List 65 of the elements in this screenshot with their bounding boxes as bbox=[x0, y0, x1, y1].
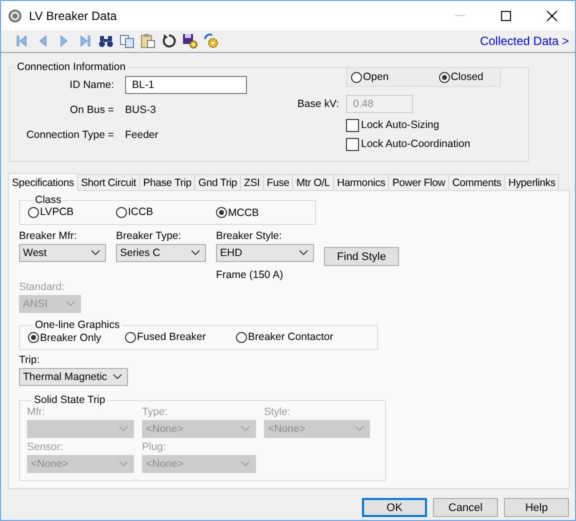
radio-button[interactable]: Fused Breaker bbox=[125, 331, 206, 343]
dropdown[interactable]: Series C bbox=[116, 244, 206, 262]
maximize-icon[interactable] bbox=[501, 10, 511, 20]
field-label: Base kV: bbox=[296, 98, 339, 110]
group-title: Class bbox=[34, 194, 62, 206]
radio-button[interactable]: ICCB bbox=[116, 206, 154, 218]
chevron-icon bbox=[241, 426, 250, 432]
group-title: One-line Graphics bbox=[34, 319, 121, 331]
group-title: Connection Information bbox=[16, 61, 127, 73]
app-icon bbox=[8, 8, 22, 22]
dialog-button[interactable]: Help bbox=[504, 498, 569, 517]
field-label: Style: bbox=[264, 406, 292, 418]
dialog-button[interactable]: Cancel bbox=[433, 498, 498, 517]
collected-data-link[interactable]: Collected Data > bbox=[480, 34, 569, 48]
id-name-field[interactable]: BL-1 bbox=[125, 76, 247, 94]
field-label: Standard: bbox=[19, 281, 66, 293]
bus-value: BUS-3 bbox=[125, 104, 157, 116]
field-label: Mfr: bbox=[27, 406, 46, 418]
chevron-icon bbox=[119, 461, 128, 467]
refresh-icon[interactable] bbox=[161, 33, 177, 49]
field-label: ID Name: bbox=[68, 79, 114, 91]
tab[interactable]: Hyperlinks bbox=[504, 174, 560, 190]
connection-type-value: Feeder bbox=[125, 129, 160, 141]
radio-button[interactable]: MCCB bbox=[216, 206, 259, 218]
clipboard-icon[interactable] bbox=[140, 33, 156, 49]
field-label: Connection Type = bbox=[25, 129, 114, 141]
radio-button[interactable]: Open bbox=[351, 71, 389, 83]
tab[interactable]: Phase Trip bbox=[139, 174, 196, 190]
binoculars-icon[interactable] bbox=[98, 33, 114, 49]
field-label: Trip: bbox=[19, 354, 41, 366]
frame-note: Frame (150 A) bbox=[216, 269, 284, 281]
gear-icon[interactable] bbox=[203, 33, 219, 49]
close-icon[interactable] bbox=[547, 10, 557, 20]
dropdown[interactable]: West bbox=[19, 244, 106, 262]
find-style-button[interactable]: Find Style bbox=[324, 247, 399, 266]
chevron-icon bbox=[91, 250, 100, 256]
field-label: Plug: bbox=[142, 441, 167, 453]
chevron-icon bbox=[241, 461, 250, 467]
chevron-icon bbox=[191, 250, 200, 256]
chevron-icon bbox=[119, 426, 128, 432]
copy-icon[interactable] bbox=[119, 33, 135, 49]
field-label: Type: bbox=[142, 406, 169, 418]
radio-button[interactable]: Closed bbox=[438, 71, 484, 83]
radio-button[interactable]: Breaker Only bbox=[28, 332, 102, 344]
field-label: Breaker Style: bbox=[216, 230, 283, 242]
chevron-icon bbox=[355, 426, 364, 432]
group-title: Solid State Trip bbox=[33, 394, 106, 406]
chevron-icon bbox=[66, 301, 75, 307]
save-settings-icon[interactable] bbox=[182, 33, 198, 49]
window-title: LV Breaker Data bbox=[29, 8, 117, 22]
dropdown[interactable]: Thermal Magnetic bbox=[19, 368, 128, 386]
tab[interactable]: Specifications bbox=[8, 173, 78, 191]
radio-button[interactable]: Breaker Contactor bbox=[236, 331, 334, 343]
field-label: Sensor: bbox=[27, 441, 64, 453]
chevron-icon bbox=[113, 374, 122, 380]
chevron-icon bbox=[299, 250, 308, 256]
radio-button[interactable]: LVPCB bbox=[28, 206, 74, 218]
field-label: On Bus = bbox=[68, 104, 114, 116]
field-label: Breaker Mfr: bbox=[19, 230, 78, 242]
dropdown[interactable]: EHD bbox=[216, 244, 314, 262]
checkbox[interactable]: Lock Auto-Sizing bbox=[346, 118, 501, 132]
dialog-button[interactable]: OK bbox=[362, 498, 427, 517]
tab[interactable]: Gnd Trip bbox=[194, 174, 242, 190]
checkbox[interactable]: Lock Auto-Coordination bbox=[346, 137, 501, 151]
field-label: Breaker Type: bbox=[116, 230, 182, 242]
